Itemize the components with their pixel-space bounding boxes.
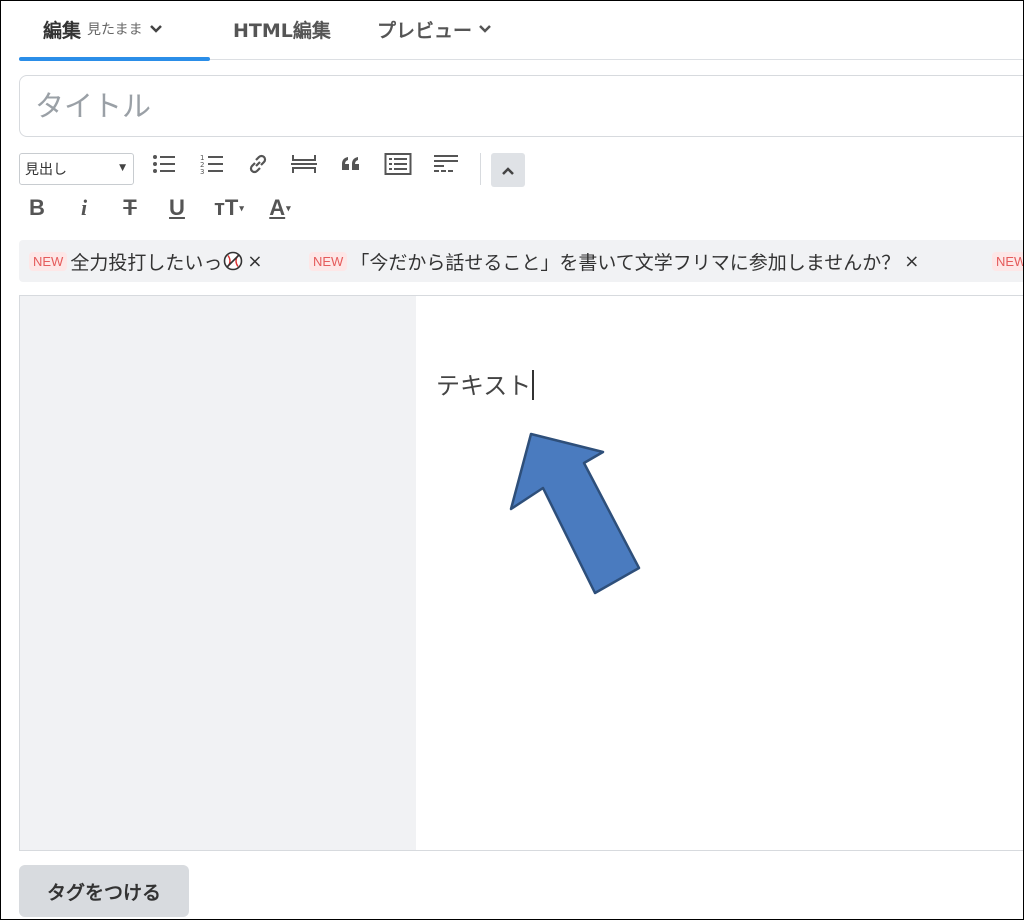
editor-side-panel [20,296,416,850]
strikethrough-button[interactable]: T [115,193,145,223]
font-color-button[interactable]: A ▾ [260,193,300,223]
mode-tabs: 編集 見たまま HTML編集 プレビュー [1,1,1023,61]
chevron-down-icon [149,24,163,34]
caret-down-icon: ▼ [119,163,126,173]
tab-preview-label: プレビュー [377,19,473,42]
caret-down-icon: ▾ [239,202,244,213]
tab-html-label: HTML編集 [233,19,331,42]
tab-html-edit[interactable]: HTML編集 [233,11,331,47]
svg-text:3: 3 [200,168,204,175]
editor-window: 編集 見たまま HTML編集 プレビュー 見出し ▼ [0,0,1024,920]
editor-text: テキスト [436,372,532,400]
tab-edit-label: 編集 [43,19,82,42]
tag-suggestion[interactable]: NEW 全力投打したいっ × [29,240,262,282]
active-tab-indicator [19,57,210,61]
new-badge: NEW [309,251,348,271]
more-icon[interactable] [431,149,461,179]
tag-suggestion-text: 全力投打したいっ [70,251,223,274]
quote-icon[interactable] [336,149,366,179]
editor-toolbar: 見出し ▼ 1 2 3 B i T U тT ▾ A ▾ [19,149,1019,229]
text-cursor [532,370,534,400]
chevron-down-icon [478,24,492,34]
tag-suggestion[interactable]: NEW [992,240,1023,282]
link-icon[interactable] [243,149,273,179]
font-color-label: A [269,195,286,220]
baseball-icon [223,251,243,271]
tab-preview[interactable]: プレビュー [377,11,492,47]
title-field [19,75,1023,137]
table-of-contents-icon[interactable] [383,149,413,179]
bold-button[interactable]: B [22,193,52,223]
chevron-up-icon [501,161,515,180]
ordered-list-icon[interactable]: 1 2 3 [197,149,227,179]
new-badge: NEW [992,251,1023,271]
close-icon[interactable]: × [247,251,262,272]
text-size-button[interactable]: тT ▾ [209,193,249,223]
collapse-toolbar-button[interactable] [491,153,525,187]
tag-suggestion-bar: NEW 全力投打したいっ × NEW 「今だから話せること」を書いて文学フリマに… [19,240,1023,282]
tag-suggestion[interactable]: NEW 「今だから話せること」を書いて文学フリマに参加しませんか？ × [309,240,919,282]
heading-select[interactable]: 見出し ▼ [19,153,134,185]
heading-select-value: 見出し [25,162,67,178]
tab-edit-sublabel: 見たまま [87,22,143,38]
text-size-label: тT [214,195,239,220]
unordered-list-icon[interactable] [149,149,179,179]
editor-content[interactable]: テキスト [436,366,534,401]
underline-button[interactable]: U [162,193,192,223]
new-badge: NEW [29,251,68,271]
add-tag-button[interactable]: タグをつける [19,865,189,917]
caret-down-icon: ▾ [286,202,291,213]
tag-suggestion-text: 「今だから話せること」を書いて文学フリマに参加しませんか？ [350,251,901,274]
pointer-arrow-icon [509,432,641,595]
title-input[interactable] [33,88,1023,124]
close-icon[interactable]: × [904,251,919,272]
italic-button[interactable]: i [69,193,99,223]
tab-edit[interactable]: 編集 見たまま [43,11,163,47]
horizontal-rule-icon[interactable] [289,149,319,179]
toolbar-separator [480,153,481,185]
